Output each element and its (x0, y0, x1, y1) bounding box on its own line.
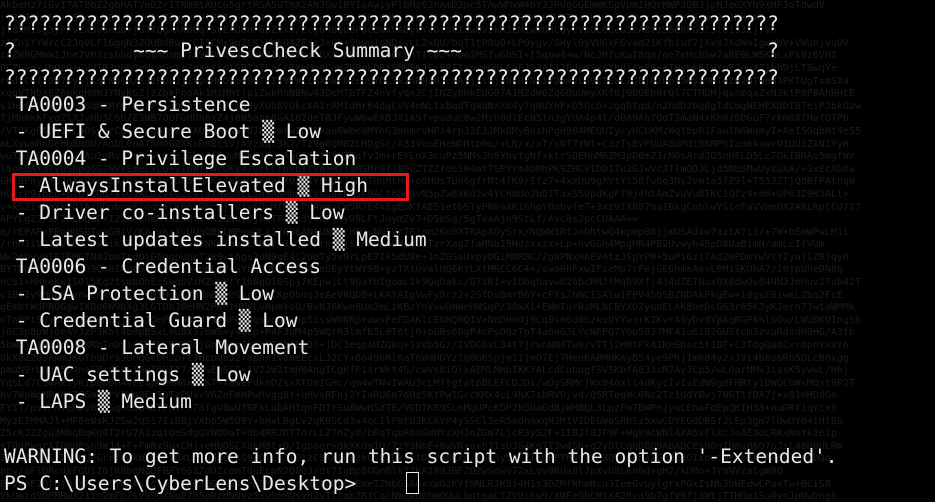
banner-bottom-border: ????????????????????????????????????????… (4, 66, 779, 89)
banner-title: ? ~~~ PrivescCheck Summary ~~~ ? (4, 39, 779, 62)
text-cursor[interactable] (406, 472, 419, 494)
check-latest-updates: - Latest updates installed ▒ Medium (4, 228, 427, 251)
tactic-credential-access: TA0006 - Credential Access (4, 255, 321, 278)
tactic-lateral-movement: TA0008 - Lateral Movement (4, 336, 310, 359)
powershell-terminal[interactable]: AkbeHz7iGvI7AT0bZ2gbHATVeDZrITNm9tAUCG5g… (0, 0, 935, 502)
check-credential-guard: - Credential Guard ▒ Low (4, 309, 298, 332)
check-driver-co-installers: - Driver co-installers ▒ Low (4, 201, 345, 224)
banner-top-border: ????????????????????????????????????????… (4, 12, 779, 35)
warning-message: WARNING: To get more info, run this scri… (4, 445, 838, 468)
tactic-persistence: TA0003 - Persistence (4, 93, 251, 116)
check-uefi-secure-boot: - UEFI & Secure Boot ▒ Low (4, 120, 321, 143)
check-laps: - LAPS ▒ Medium (4, 390, 192, 413)
check-uac-settings: - UAC settings ▒ Low (4, 363, 251, 386)
command-prompt[interactable]: PS C:\Users\CyberLens\Desktop> (4, 470, 368, 497)
high-severity-highlight-box (12, 173, 409, 201)
tactic-privilege-escalation: TA0004 - Privilege Escalation (4, 147, 357, 170)
check-lsa-protection: - LSA Protection ▒ Low (4, 282, 275, 305)
